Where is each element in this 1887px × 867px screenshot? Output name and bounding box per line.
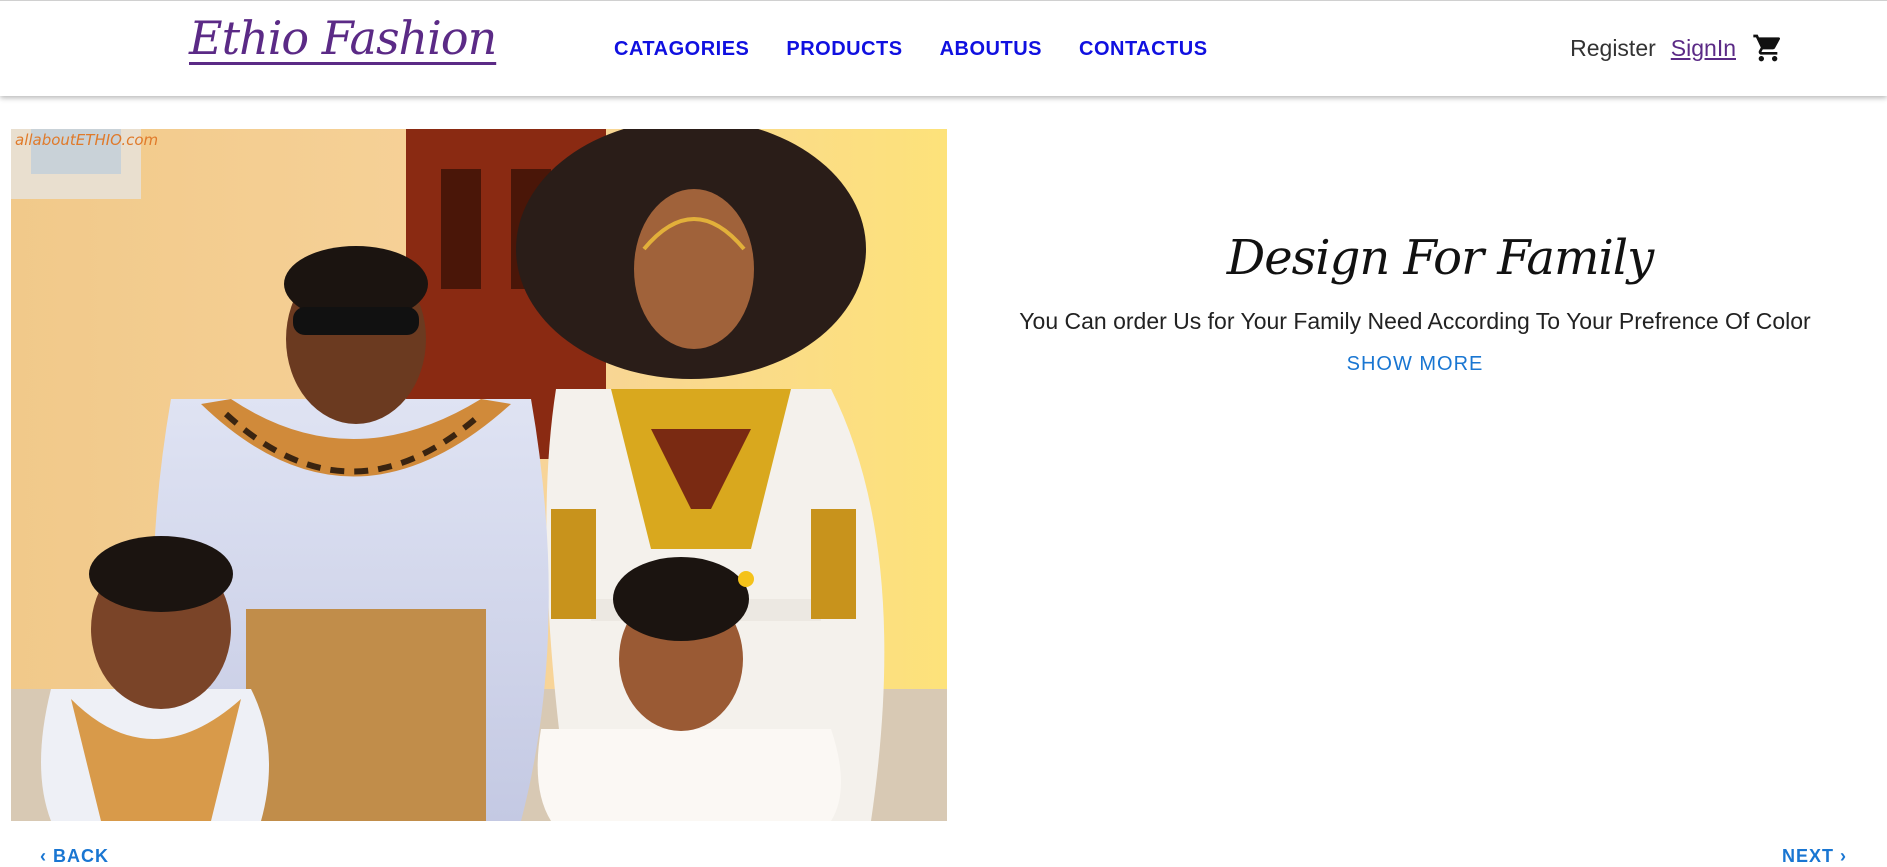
show-more-button[interactable]: SHOW MORE	[1347, 353, 1484, 376]
nav-contactus[interactable]: CONTACTUS	[1079, 38, 1208, 61]
shopping-cart-icon[interactable]	[1751, 31, 1785, 65]
image-watermark: allaboutETHIO.com	[15, 131, 159, 149]
signin-link[interactable]: SignIn	[1671, 35, 1736, 62]
top-app-bar: Ethio Fashion CATAGORIES PRODUCTS ABOUTU…	[0, 0, 1887, 96]
chevron-right-icon: ›	[1840, 846, 1847, 866]
auth-links: Register SignIn	[1570, 31, 1785, 65]
register-link[interactable]: Register	[1570, 35, 1656, 62]
next-label: NEXT	[1781, 846, 1834, 866]
chevron-left-icon: ‹	[40, 846, 47, 866]
nav-categories[interactable]: CATAGORIES	[614, 38, 749, 61]
back-button[interactable]: ‹ BACK	[40, 846, 109, 867]
next-button[interactable]: NEXT ›	[1782, 846, 1847, 867]
slide-description: You Can order Us for Your Family Need Ac…	[1019, 308, 1811, 334]
nav-products[interactable]: PRODUCTS	[786, 38, 902, 61]
nav-aboutus[interactable]: ABOUTUS	[940, 38, 1042, 61]
brand-logo[interactable]: Ethio Fashion	[189, 15, 497, 61]
main-nav: CATAGORIES PRODUCTS ABOUTUS CONTACTUS	[614, 38, 1208, 61]
slide-info: Design For Family You Can order Us for Y…	[960, 230, 1870, 376]
slide-title: Design For Family	[1226, 230, 1655, 286]
family-photo: allaboutETHIO.com	[11, 129, 947, 821]
back-label: BACK	[53, 846, 110, 866]
